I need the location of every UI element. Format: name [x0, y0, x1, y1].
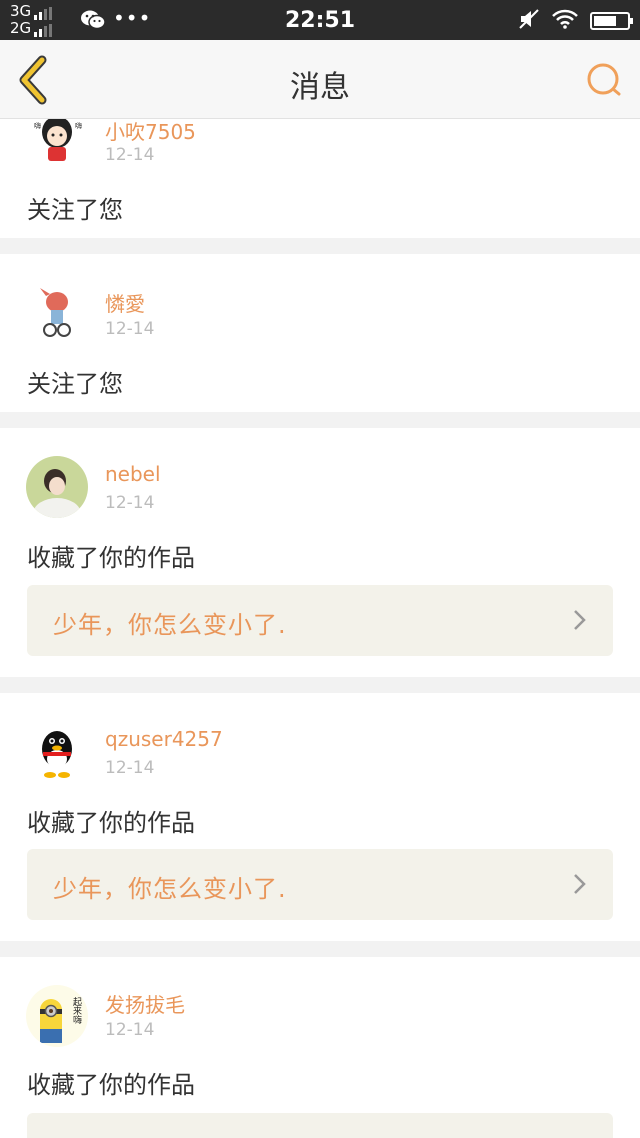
notification-date: 12-14	[105, 319, 155, 339]
chevron-right-icon	[573, 873, 587, 895]
wifi-icon	[552, 9, 578, 33]
username[interactable]: nebel	[105, 462, 161, 486]
notification-card[interactable]: qzuser4257 12-14 收藏了你的作品 少年，你怎么变小了.	[0, 693, 640, 941]
username[interactable]: 小吹7505	[105, 116, 196, 145]
work-link[interactable]: 少年，你怎么变小了.	[27, 585, 613, 656]
qq-penguin-avatar-icon[interactable]	[26, 721, 88, 783]
work-link[interactable]	[27, 1113, 613, 1138]
battery-icon	[590, 12, 633, 30]
notification-date: 12-14	[105, 493, 155, 513]
notification-card[interactable]: nebel 12-14 收藏了你的作品 少年，你怎么变小了.	[0, 428, 640, 677]
notification-date: 12-14	[105, 1020, 155, 1040]
username[interactable]: 憐愛	[105, 288, 145, 317]
work-title: 少年，你怎么变小了.	[53, 611, 287, 639]
notification-action: 收藏了你的作品	[27, 544, 195, 572]
svg-text:嗨: 嗨	[75, 121, 82, 130]
nav-bar: 消息	[0, 40, 640, 119]
cartoon-avatar-icon[interactable]	[26, 282, 88, 344]
username[interactable]: 发扬拔毛	[105, 989, 185, 1018]
notification-card[interactable]: 憐愛 12-14 关注了您	[0, 254, 640, 412]
search-icon[interactable]	[584, 60, 624, 100]
notification-action: 收藏了你的作品	[27, 1071, 195, 1099]
minion-avatar-icon[interactable]: 起来嗨	[26, 985, 88, 1047]
username[interactable]: qzuser4257	[105, 727, 223, 751]
page-title: 消息	[290, 70, 350, 105]
notification-card[interactable]: 起来嗨 发扬拔毛 12-14 收藏了你的作品	[0, 957, 640, 1138]
avatar-caption: 起来嗨	[71, 997, 82, 1025]
message-list[interactable]: 嗨 嗨 小吹7505 12-14 关注了您 憐愛 12-14 关注了您 nebe…	[0, 40, 640, 1138]
notification-action: 关注了您	[27, 370, 123, 398]
mute-icon	[518, 8, 540, 34]
notification-date: 12-14	[105, 145, 155, 165]
chevron-right-icon	[573, 609, 587, 631]
photo-avatar-icon[interactable]	[26, 456, 88, 518]
notification-action: 关注了您	[27, 196, 123, 224]
status-bar: 3G 2G ••• 22:51	[0, 0, 640, 40]
svg-text:嗨: 嗨	[34, 121, 41, 130]
notification-date: 12-14	[105, 758, 155, 778]
work-link[interactable]: 少年，你怎么变小了.	[27, 849, 613, 920]
work-title: 少年，你怎么变小了.	[53, 875, 287, 903]
notification-action: 收藏了你的作品	[27, 809, 195, 837]
